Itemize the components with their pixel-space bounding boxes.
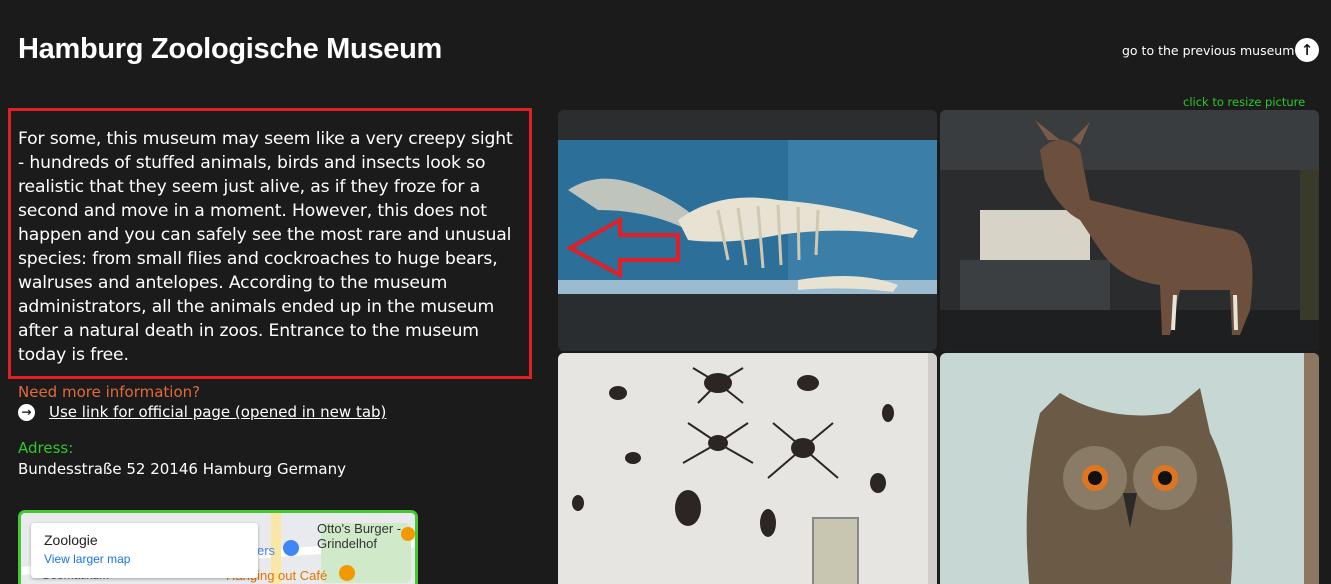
previous-museum-link[interactable]: go to the previous museum — [1122, 43, 1294, 58]
map-poi-label: ers — [257, 543, 276, 558]
more-info-label: Need more information? — [18, 383, 201, 401]
okapi-photo[interactable] — [940, 110, 1319, 351]
view-larger-map-link[interactable]: View larger map — [44, 552, 245, 566]
map-place-name: Zoologie — [44, 532, 98, 548]
map-poi-line: Grindelhof — [317, 536, 377, 551]
address-text: Bundesstraße 52 20146 Hamburg Germany — [18, 460, 346, 478]
map-poi-line: Otto's Burger - — [317, 521, 402, 536]
embedded-map[interactable]: Geomatikum Otto's Burger - Grindelhof er… — [18, 510, 418, 584]
map-poi-label: Otto's Burger - Grindelhof — [317, 521, 401, 551]
whale-skeleton-photo[interactable] — [558, 110, 937, 351]
page-title: Hamburg Zoologische Museum — [18, 33, 443, 65]
official-page-link[interactable]: Use link for official page (opened in ne… — [49, 403, 386, 421]
description-box: For some, this museum may seem like a ve… — [8, 108, 532, 379]
resize-hint: click to resize picture — [1183, 95, 1306, 109]
owl-photo[interactable] — [940, 353, 1319, 584]
arrow-up-circle-icon[interactable]: ↑ — [1295, 38, 1319, 62]
map-info-card: Zoologie View larger map — [31, 523, 258, 578]
restaurant-pin-icon[interactable] — [401, 527, 415, 541]
arrow-right-circle-icon: → — [18, 403, 35, 421]
insects-photo[interactable] — [558, 353, 937, 584]
museum-page: Hamburg Zoologische Museum go to the pre… — [0, 0, 1331, 584]
shopping-pin-icon[interactable] — [283, 540, 299, 556]
cafe-pin-icon[interactable] — [339, 565, 355, 581]
adress-label: Adress: — [18, 439, 74, 457]
official-link-row[interactable]: → Use link for official page (opened in … — [18, 403, 386, 421]
description-text: For some, this museum may seem like a ve… — [18, 129, 513, 365]
